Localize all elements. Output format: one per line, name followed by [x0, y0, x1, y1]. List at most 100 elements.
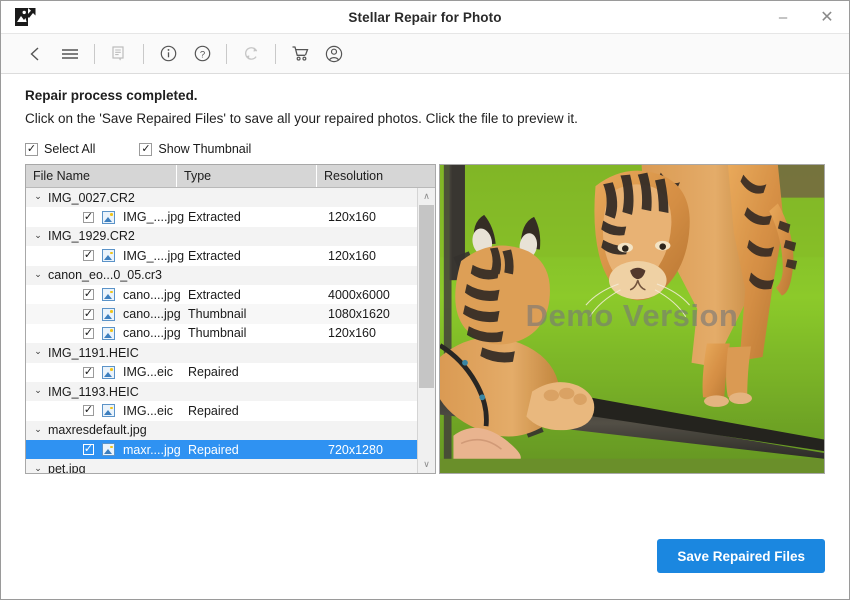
cell-resolution: 1080x1620 [321, 307, 417, 321]
page-title: Stellar Repair for Photo [1, 10, 849, 25]
file-group-row[interactable]: ⌄canon_eo...0_05.cr3 [26, 266, 417, 285]
file-group-row[interactable]: ⌄pet.jpg [26, 459, 417, 473]
select-all-checkbox[interactable] [25, 143, 38, 156]
row-checkbox[interactable] [83, 405, 94, 416]
chevron-down-icon[interactable]: ⌄ [30, 230, 46, 241]
cell-file-name: IMG_....jpg [115, 249, 181, 263]
chevron-down-icon[interactable]: ⌄ [30, 385, 46, 396]
image-preview[interactable]: Demo Version [439, 164, 825, 474]
cell-resolution: 120x160 [321, 326, 417, 340]
image-file-icon [102, 327, 115, 340]
cell-resolution: 720x1280 [321, 443, 417, 457]
image-file-icon [102, 308, 115, 321]
cell-type: Repaired [181, 443, 321, 457]
table-row[interactable]: maxr....jpgRepaired720x1280 [26, 440, 417, 459]
chevron-down-icon[interactable]: ⌄ [30, 346, 46, 357]
table-row[interactable]: cano....jpgThumbnail120x160 [26, 324, 417, 343]
cell-type: Thumbnail [181, 326, 321, 340]
column-header-type[interactable]: Type [177, 165, 317, 187]
close-button[interactable]: ✕ [805, 1, 849, 33]
row-checkbox[interactable] [83, 289, 94, 300]
image-file-icon [102, 366, 115, 379]
minimize-button[interactable]: – [761, 1, 805, 33]
show-thumbnail-option[interactable]: Show Thumbnail [139, 142, 251, 156]
status-instruction: Click on the 'Save Repaired Files' to sa… [25, 111, 825, 126]
svg-text:?: ? [199, 49, 204, 60]
refresh-icon[interactable] [234, 38, 268, 70]
help-icon[interactable]: ? [185, 38, 219, 70]
file-group-row[interactable]: ⌄IMG_1929.CR2 [26, 227, 417, 246]
scroll-up-icon[interactable]: ∧ [418, 188, 435, 205]
log-report-icon[interactable] [102, 38, 136, 70]
file-group-name: IMG_1191.HEIC [46, 346, 139, 360]
chevron-down-icon[interactable]: ⌄ [30, 463, 46, 473]
row-checkbox-cell [26, 289, 94, 300]
main-content: Repair process completed. Click on the '… [1, 74, 849, 599]
scrollbar-track[interactable] [418, 205, 435, 456]
toolbar: ? [1, 34, 849, 74]
cell-resolution: 120x160 [321, 210, 417, 224]
file-list-header: File Name Type Resolution [26, 165, 435, 188]
file-group-row[interactable]: ⌄IMG_1193.HEIC [26, 382, 417, 401]
column-header-file-name[interactable]: File Name [26, 165, 177, 187]
info-icon[interactable] [151, 38, 185, 70]
cell-resolution: 4000x6000 [321, 288, 417, 302]
table-row[interactable]: cano....jpgExtracted4000x6000 [26, 285, 417, 304]
cell-type: Thumbnail [181, 307, 321, 321]
title-bar: Stellar Repair for Photo – ✕ [1, 1, 849, 34]
footer-actions: Save Repaired Files [657, 539, 825, 573]
table-row[interactable]: IMG...eicRepaired [26, 401, 417, 420]
cell-file-name: cano....jpg [115, 307, 181, 321]
file-group-name: pet.jpg [46, 462, 86, 473]
row-checkbox[interactable] [83, 367, 94, 378]
file-group-row[interactable]: ⌄IMG_1191.HEIC [26, 343, 417, 362]
cart-icon[interactable] [283, 38, 317, 70]
cell-type: Repaired [181, 365, 321, 379]
row-checkbox-cell [26, 405, 94, 416]
file-group-row[interactable]: ⌄IMG_0027.CR2 [26, 188, 417, 207]
table-row[interactable]: IMG...eicRepaired [26, 363, 417, 382]
scrollbar-thumb[interactable] [419, 205, 434, 388]
back-arrow-icon[interactable] [19, 38, 53, 70]
cell-resolution: 120x160 [321, 249, 417, 263]
window-controls: – ✕ [761, 1, 849, 33]
account-icon[interactable] [317, 38, 351, 70]
column-header-resolution[interactable]: Resolution [317, 165, 435, 187]
table-row[interactable]: cano....jpgThumbnail1080x1620 [26, 304, 417, 323]
save-repaired-files-button[interactable]: Save Repaired Files [657, 539, 825, 573]
cell-type: Extracted [181, 210, 321, 224]
row-checkbox[interactable] [83, 250, 94, 261]
file-group-name: IMG_1193.HEIC [46, 385, 139, 399]
row-checkbox-cell [26, 444, 94, 455]
image-file-icon [102, 288, 115, 301]
row-checkbox[interactable] [83, 212, 94, 223]
image-file-icon [102, 249, 115, 262]
scroll-down-icon[interactable]: ∨ [418, 456, 435, 473]
select-all-label: Select All [44, 142, 95, 156]
file-group-row[interactable]: ⌄maxresdefault.jpg [26, 421, 417, 440]
row-checkbox[interactable] [83, 444, 94, 455]
cell-file-name: IMG_....jpg [115, 210, 181, 224]
list-options: Select All Show Thumbnail [25, 142, 825, 156]
row-checkbox[interactable] [83, 328, 94, 339]
file-list-rows: ⌄IMG_0027.CR2IMG_....jpgExtracted120x160… [26, 188, 417, 473]
show-thumbnail-checkbox[interactable] [139, 143, 152, 156]
cell-type: Repaired [181, 404, 321, 418]
cell-file-name: IMG...eic [115, 365, 181, 379]
image-file-icon [102, 404, 115, 417]
file-group-name: maxresdefault.jpg [46, 423, 147, 437]
table-row[interactable]: IMG_....jpgExtracted120x160 [26, 246, 417, 265]
select-all-option[interactable]: Select All [25, 142, 95, 156]
file-list-scrollbar[interactable]: ∧ ∨ [417, 188, 435, 473]
chevron-down-icon[interactable]: ⌄ [30, 424, 46, 435]
table-row[interactable]: IMG_....jpgExtracted120x160 [26, 207, 417, 226]
toolbar-separator [226, 44, 227, 64]
row-checkbox-cell [26, 250, 94, 261]
hamburger-menu-icon[interactable] [53, 38, 87, 70]
chevron-down-icon[interactable]: ⌄ [30, 269, 46, 280]
cell-file-name: cano....jpg [115, 288, 181, 302]
row-checkbox[interactable] [83, 309, 94, 320]
chevron-down-icon[interactable]: ⌄ [30, 191, 46, 202]
image-file-icon [102, 443, 115, 456]
cell-file-name: IMG...eic [115, 404, 181, 418]
